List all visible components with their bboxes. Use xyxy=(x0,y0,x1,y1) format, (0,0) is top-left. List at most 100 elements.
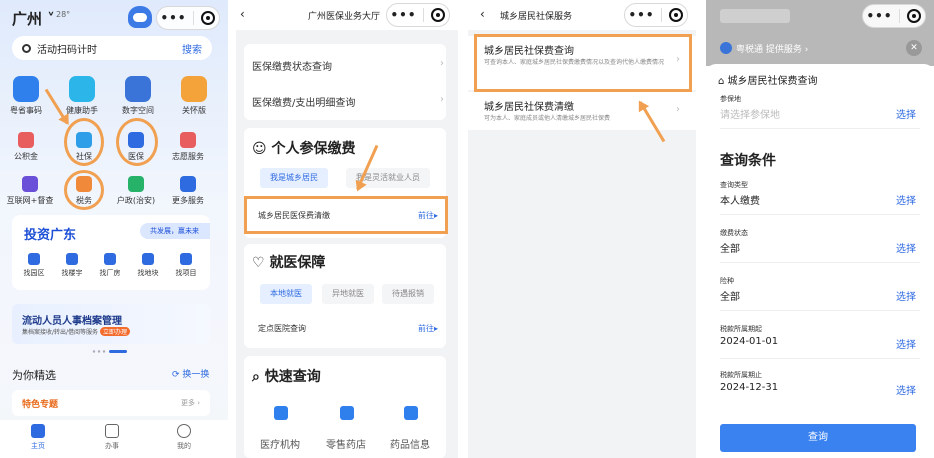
invest-item[interactable]: 找项目 xyxy=(168,253,204,278)
close-target-icon[interactable] xyxy=(201,11,216,25)
grid-label: 粤省事码 xyxy=(10,106,42,115)
blurred-title xyxy=(720,9,790,23)
close-target-icon[interactable] xyxy=(431,8,446,22)
row-payment-detail[interactable]: 医保缴费/支出明细查询 xyxy=(252,94,355,109)
more-grid-icon xyxy=(180,176,196,192)
list-item-clearance[interactable]: 城乡居民社保费清缴 可为本人、家庭成员或他人清缴城乡居民社保费 › xyxy=(468,92,696,130)
item-hospital-query[interactable]: 定点医院查询 xyxy=(258,323,306,334)
supervision-icon xyxy=(22,176,38,192)
select-button[interactable]: 选择 xyxy=(896,382,916,397)
invest-item[interactable]: 找园区 xyxy=(16,253,52,278)
divider xyxy=(720,214,920,215)
close-target-icon[interactable] xyxy=(669,8,684,22)
special-more-link[interactable]: 更多 › xyxy=(181,398,200,408)
housing-fund-icon xyxy=(18,132,34,148)
mascot-icon[interactable] xyxy=(128,6,152,28)
invest-badge[interactable]: 共发展，赢未来 xyxy=(140,223,210,239)
field-value[interactable]: 全部 xyxy=(720,240,740,255)
go-link[interactable]: 前往▸ xyxy=(418,323,438,334)
grid-item-code[interactable]: 粤省事码 xyxy=(4,76,48,116)
quick-hospital[interactable]: 医疗机构 xyxy=(260,436,300,451)
miniprogram-capsule[interactable]: ••• xyxy=(156,6,220,30)
provider-text: 粤税通 提供服务 xyxy=(736,45,802,55)
select-button[interactable]: 选择 xyxy=(896,192,916,207)
field-value[interactable]: 全部 xyxy=(720,288,740,303)
chevron-right-icon: › xyxy=(440,94,444,105)
quick-pharmacy[interactable]: 零售药店 xyxy=(326,436,366,451)
query-button[interactable]: 查询 xyxy=(720,424,916,452)
swap-button[interactable]: ⟳ 换一换 xyxy=(172,367,209,380)
miniprogram-capsule[interactable]: ••• xyxy=(862,4,926,28)
park-icon xyxy=(28,253,40,265)
special-title: 特色专题 xyxy=(22,400,59,410)
health-icon xyxy=(69,76,95,102)
miniprogram-capsule[interactable]: ••• xyxy=(386,3,450,27)
more-icon[interactable]: ••• xyxy=(628,8,654,22)
banner-title: 流动人员人事档案管理 xyxy=(22,316,122,327)
close-target-icon[interactable] xyxy=(907,9,922,23)
special-more-label: 更多 xyxy=(180,399,195,407)
service-more[interactable]: 更多服务 xyxy=(166,176,210,206)
row-payment-status[interactable]: 医保缴费状态查询 xyxy=(252,58,332,73)
divider xyxy=(720,310,920,311)
invest-item[interactable]: 找地块 xyxy=(130,253,166,278)
search-bar[interactable]: 活动扫码计时 搜索 xyxy=(12,36,212,60)
miniprogram-capsule[interactable]: ••• xyxy=(624,3,688,27)
invest-label: 找园区 xyxy=(23,269,45,277)
search-input[interactable]: 活动扫码计时 xyxy=(37,41,97,56)
section-title: 就医保障 xyxy=(269,255,326,271)
tab-reimburse[interactable]: 待遇报销 xyxy=(382,284,434,304)
tab-mine[interactable]: 我的 xyxy=(164,424,204,451)
divider xyxy=(720,358,920,359)
location-input[interactable]: 请选择参保地 xyxy=(720,106,780,121)
invest-card[interactable]: 投资广东 共发展，赢未来 找园区 找楼宇 找厂房 找地块 找项目 xyxy=(12,215,210,290)
more-icon[interactable]: ••• xyxy=(866,9,892,23)
select-button[interactable]: 选择 xyxy=(896,288,916,303)
select-button[interactable]: 选择 xyxy=(896,240,916,255)
city-selector[interactable]: 广州 ˅ xyxy=(12,8,55,29)
more-icon[interactable]: ••• xyxy=(390,8,416,22)
divider xyxy=(720,262,920,263)
banner-button[interactable]: 立即办理 xyxy=(100,327,131,336)
section-quick: ⌕ 快速查询 xyxy=(252,369,321,385)
more-icon[interactable]: ••• xyxy=(160,11,186,25)
panel-medical-hall: ‹ 广州医保业务大厅 ••• 医保缴费状态查询 › 医保缴费/支出明细查询 › ☺ … xyxy=(236,0,458,458)
service-label: 公积金 xyxy=(14,152,38,161)
field-value[interactable]: 2024-12-31 xyxy=(720,382,778,393)
grid-item-digital[interactable]: 数字空间 xyxy=(116,76,160,116)
factory-icon xyxy=(104,253,116,265)
invest-item[interactable]: 找楼宇 xyxy=(54,253,90,278)
select-button[interactable]: 选择 xyxy=(896,336,916,351)
medicine-icon xyxy=(404,406,418,420)
invest-item[interactable]: 找厂房 xyxy=(92,253,128,278)
quick-medicine[interactable]: 药品信息 xyxy=(390,436,430,451)
special-topic-card[interactable]: 特色专题 更多 › xyxy=(12,390,210,416)
tab-urban-resident[interactable]: 我是城乡居民 xyxy=(260,168,328,188)
field-value[interactable]: 2024-01-01 xyxy=(720,336,778,347)
grid-item-care[interactable]: 关怀版 xyxy=(172,76,216,116)
archive-banner[interactable]: 流动人员人事档案管理 集档案接收/转出/借阅等服务 立即办理 xyxy=(12,304,210,344)
service-fund[interactable]: 公积金 xyxy=(4,132,48,162)
tab-label: 主页 xyxy=(31,442,45,450)
select-location-button[interactable]: 选择 xyxy=(896,106,916,121)
close-icon[interactable]: ✕ xyxy=(906,40,922,56)
panel-social-service: ‹ 城乡居民社保服务 ••• 城乡居民社保费查询 可查询本人、家庭城乡居民社保费… xyxy=(468,0,696,458)
search-button[interactable]: 搜索 xyxy=(182,41,202,56)
service-supervision[interactable]: 互联网+督查 xyxy=(4,176,56,206)
sheet-title: 城乡居民社保费查询 xyxy=(727,76,818,87)
back-icon[interactable]: ‹ xyxy=(240,7,245,21)
tab-local[interactable]: 本地就医 xyxy=(260,284,312,304)
tab-home[interactable]: 主页 xyxy=(18,424,58,451)
field-label: 税款所属期起 xyxy=(720,325,762,333)
service-volunteer[interactable]: 志愿服务 xyxy=(166,132,210,162)
service-household[interactable]: 户政(治安) xyxy=(114,176,158,206)
back-icon[interactable]: ‹ xyxy=(480,7,485,21)
field-value[interactable]: 本人缴费 xyxy=(720,192,760,207)
item-desc: 可为本人、家庭成员或他人清缴城乡居民社保费 xyxy=(484,115,611,122)
tab-remote[interactable]: 异地就医 xyxy=(322,284,374,304)
tab-services[interactable]: 办事 xyxy=(92,424,132,451)
home-icon xyxy=(31,424,45,438)
grid-item-health[interactable]: 健康助手 xyxy=(60,76,104,116)
invest-label: 找地块 xyxy=(137,269,159,277)
panel-query-form: ••• 粤税通 提供服务 › ✕ ⌂ 城乡居民社保费查询 参保地 请选择参保地 … xyxy=(706,0,934,458)
